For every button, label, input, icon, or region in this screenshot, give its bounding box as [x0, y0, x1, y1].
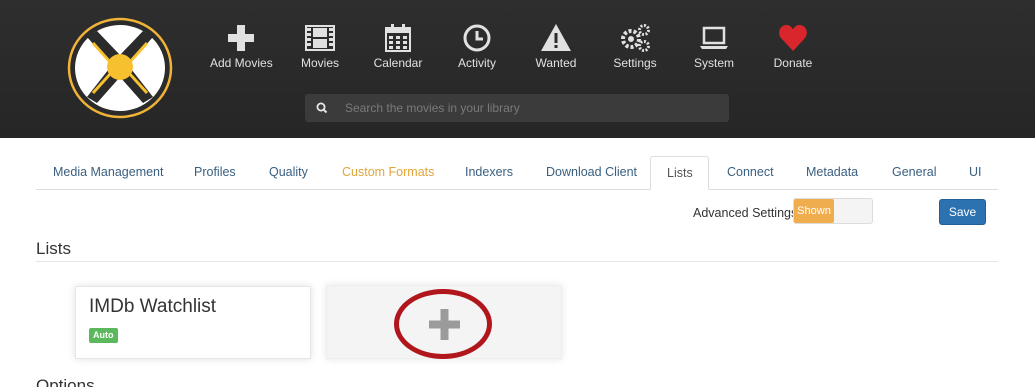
- nav-add-movies[interactable]: Add Movies: [210, 22, 273, 74]
- list-card-name: IMDb Watchlist: [89, 296, 217, 317]
- nav-label: Donate: [773, 56, 813, 70]
- nav-label: System: [694, 56, 735, 70]
- laptop-icon: [700, 26, 728, 49]
- tab-general[interactable]: General: [892, 156, 936, 190]
- search-input[interactable]: [345, 94, 725, 122]
- save-button[interactable]: Save: [939, 199, 986, 225]
- tab-profiles[interactable]: Profiles: [194, 156, 236, 190]
- clock-icon: [463, 24, 491, 52]
- nav-donate[interactable]: Donate: [772, 22, 814, 74]
- plus-icon: [228, 25, 254, 51]
- tab-download-client[interactable]: Download Client: [546, 156, 637, 190]
- nav-label: Settings: [613, 56, 657, 70]
- nav-label: Calendar: [373, 56, 423, 70]
- auto-badge: Auto: [89, 328, 118, 343]
- list-card-imdb-watchlist[interactable]: IMDb Watchlist Auto: [75, 286, 311, 359]
- advanced-settings-toggle[interactable]: Shown: [793, 198, 873, 224]
- section-title-options: Options: [36, 376, 95, 387]
- heart-icon: [779, 25, 807, 51]
- tab-quality[interactable]: Quality: [269, 156, 308, 190]
- plus-icon: [429, 309, 460, 340]
- calendar-icon: [385, 24, 411, 52]
- radarr-logo[interactable]: [67, 17, 173, 119]
- toggle-state: Shown: [794, 199, 834, 223]
- gears-icon: [621, 24, 650, 52]
- nav-label: Wanted: [535, 56, 577, 70]
- tab-lists[interactable]: Lists: [650, 156, 709, 190]
- settings-tabs: Media Management Profiles Quality Custom…: [36, 156, 998, 190]
- search-icon: [316, 102, 328, 114]
- section-divider: [36, 261, 998, 262]
- add-list-button[interactable]: [326, 285, 562, 359]
- film-icon: [305, 25, 335, 51]
- tab-custom-formats[interactable]: Custom Formats: [342, 156, 434, 190]
- tab-indexers[interactable]: Indexers: [465, 156, 513, 190]
- header-bar: Add Movies Movies Calendar Activity Want…: [0, 0, 1035, 138]
- nav-label: Add Movies: [210, 56, 273, 70]
- nav-wanted[interactable]: Wanted: [534, 22, 578, 74]
- nav-settings[interactable]: Settings: [613, 22, 657, 74]
- nav-movies[interactable]: Movies: [300, 22, 340, 74]
- nav-label: Movies: [300, 56, 339, 70]
- nav-activity[interactable]: Activity: [457, 22, 497, 74]
- nav-calendar[interactable]: Calendar: [373, 22, 423, 74]
- search-bar[interactable]: [305, 94, 729, 122]
- tab-connect[interactable]: Connect: [727, 156, 774, 190]
- tab-media-management[interactable]: Media Management: [53, 156, 163, 190]
- warning-icon: [541, 24, 571, 51]
- section-title-lists: Lists: [36, 239, 71, 258]
- nav-system[interactable]: System: [694, 22, 734, 74]
- advanced-settings-label: Advanced Settings: [693, 206, 798, 220]
- tab-ui[interactable]: UI: [969, 156, 982, 190]
- nav-label: Activity: [457, 56, 496, 70]
- tab-metadata[interactable]: Metadata: [806, 156, 858, 190]
